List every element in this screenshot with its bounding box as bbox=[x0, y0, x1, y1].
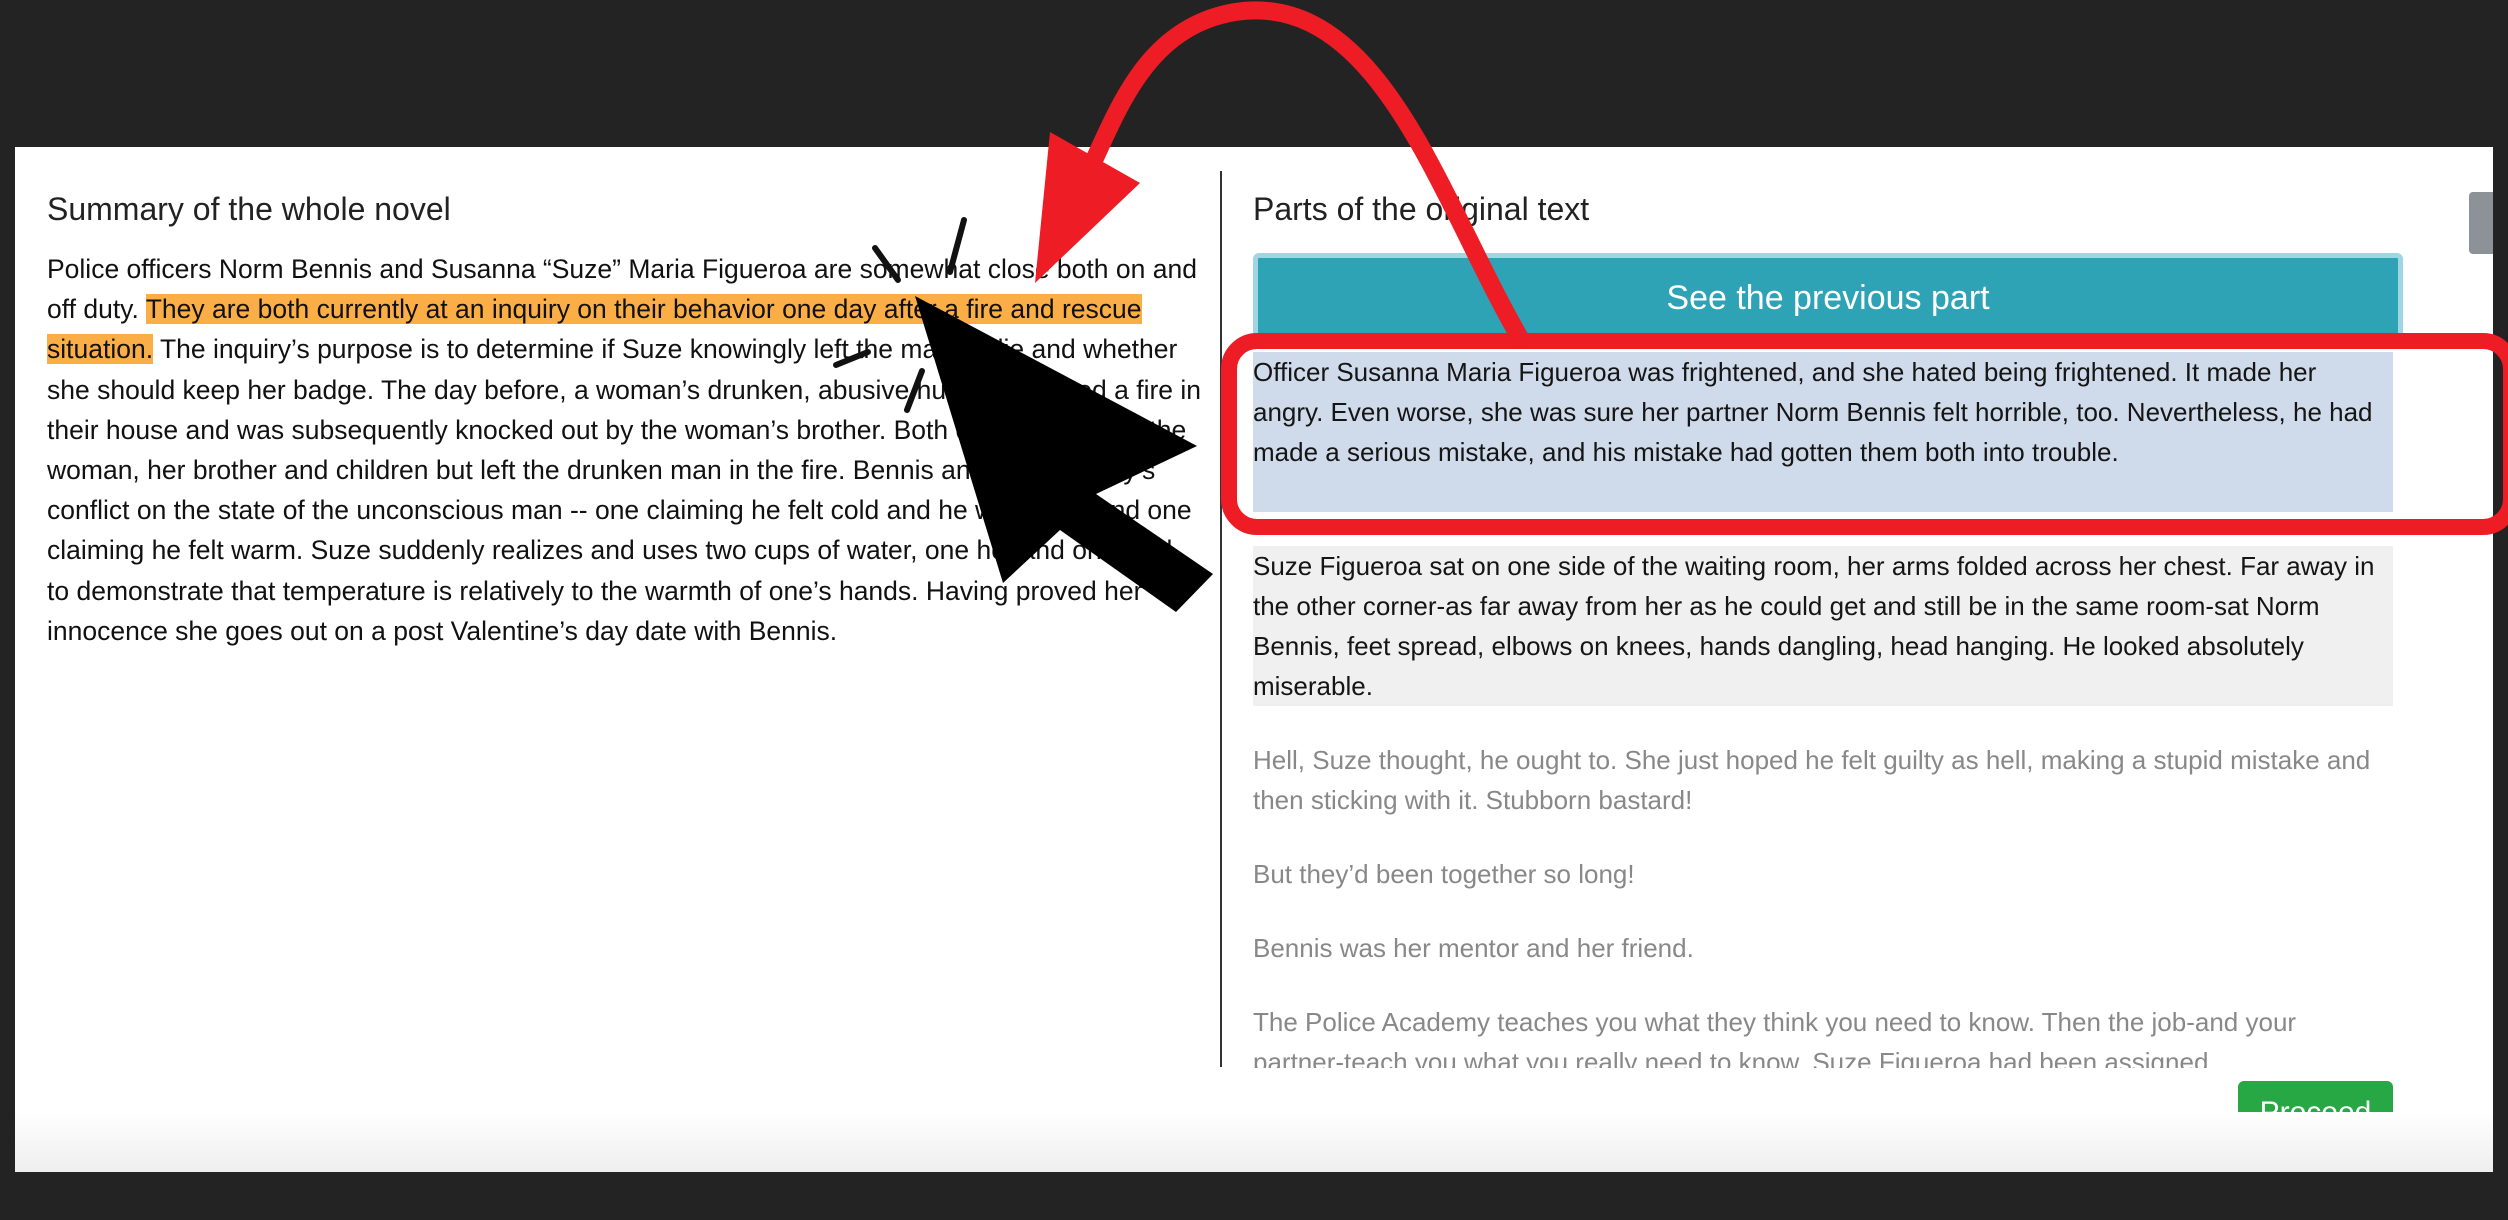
paragraph: The Police Academy teaches you what they… bbox=[1253, 1007, 2297, 1068]
original-text-column: Parts of the original text Scroll back S… bbox=[1253, 147, 2493, 1172]
summary-text[interactable]: Police officers Norm Bennis and Susanna … bbox=[47, 249, 1207, 651]
column-divider bbox=[1220, 171, 1222, 1067]
paragraph: Bennis was her mentor and her friend. bbox=[1253, 933, 1694, 963]
original-text-title: Parts of the original text bbox=[1253, 191, 1590, 227]
paragraph-a[interactable]: Officer Susanna Maria Figueroa was frigh… bbox=[1253, 352, 2393, 512]
paragraph-b[interactable]: Suze Figueroa sat on one side of the wai… bbox=[1253, 546, 2393, 706]
summary-title: Summary of the whole novel bbox=[47, 191, 451, 227]
panel-bottom-fade bbox=[15, 1112, 2493, 1172]
see-previous-part-button[interactable]: See the previous part bbox=[1253, 253, 2403, 343]
paragraph: Hell, Suze thought, he ought to. She jus… bbox=[1253, 745, 2371, 815]
summary-text-end: The inquiry’s purpose is to determine if… bbox=[47, 334, 1202, 646]
scroll-back-button[interactable]: Scroll back bbox=[2469, 192, 2493, 254]
original-text-scroll-area[interactable]: Officer Susanna Maria Figueroa was frigh… bbox=[1253, 352, 2423, 1068]
paragraph: But they’d been together so long! bbox=[1253, 859, 1635, 889]
summary-column: Summary of the whole novel Police office… bbox=[47, 147, 1217, 1172]
main-panel: Summary of the whole novel Police office… bbox=[15, 147, 2493, 1172]
